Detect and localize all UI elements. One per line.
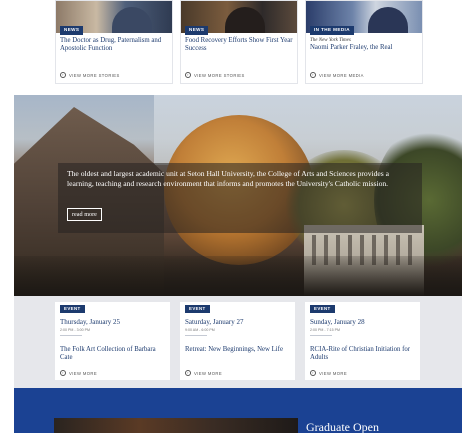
- view-more-media-link[interactable]: › VIEW MORE MEDIA: [310, 72, 364, 78]
- news-card[interactable]: NEWS Food Recovery Efforts Show First Ye…: [180, 0, 298, 84]
- view-more-label: VIEW MORE: [194, 370, 223, 376]
- person-photo: [368, 7, 408, 33]
- divider: [185, 335, 207, 336]
- media-card[interactable]: IN THE MEDIA The New York Times Naomi Pa…: [305, 0, 423, 84]
- arrow-circle-icon: ›: [185, 370, 191, 376]
- arrow-circle-icon: ›: [310, 370, 316, 376]
- divider: [60, 335, 82, 336]
- view-more-stories-link[interactable]: › VIEW MORE STORIES: [185, 72, 245, 78]
- event-card[interactable]: EVENT Saturday, January 27 9:00 AM - 6:0…: [180, 302, 295, 380]
- hero-ground: [14, 256, 462, 296]
- event-tag: EVENT: [60, 305, 85, 314]
- view-more-link[interactable]: › VIEW MORE: [60, 370, 97, 376]
- event-time: 2:00 PM - 3:00 PM: [60, 328, 90, 332]
- view-more-label: VIEW MORE STORIES: [69, 72, 120, 78]
- media-title[interactable]: Naomi Parker Fraley, the Real: [310, 44, 418, 52]
- news-section: NEWS The Doctor as Drug, Paternalism and…: [0, 0, 462, 95]
- events-section: EVENT Thursday, January 25 2:00 PM - 3:0…: [14, 296, 462, 388]
- divider: [310, 335, 332, 336]
- view-more-label: VIEW MORE: [69, 370, 98, 376]
- news-title[interactable]: Food Recovery Efforts Show First Year Su…: [185, 37, 293, 54]
- event-card[interactable]: EVENT Thursday, January 25 2:00 PM - 3:0…: [55, 302, 170, 380]
- event-date: Sunday, January 28: [310, 318, 365, 326]
- event-card[interactable]: EVENT Sunday, January 28 2:00 PM - 7:15 …: [305, 302, 420, 380]
- event-tag: EVENT: [185, 305, 210, 314]
- view-more-label: VIEW MORE: [319, 370, 348, 376]
- event-title[interactable]: Retreat: New Beginnings, New Life: [185, 346, 291, 354]
- event-tag: EVENT: [310, 305, 335, 314]
- read-more-button[interactable]: read more: [67, 208, 102, 221]
- arrow-circle-icon: ›: [185, 72, 191, 78]
- view-more-stories-link[interactable]: › VIEW MORE STORIES: [60, 72, 120, 78]
- event-date: Saturday, January 27: [185, 318, 244, 326]
- person-photo: [225, 7, 265, 33]
- event-title[interactable]: The Folk Art Collection of Barbara Cate: [60, 346, 166, 363]
- arrow-circle-icon: ›: [310, 72, 316, 78]
- hero-intro-text: The oldest and largest academic unit at …: [67, 169, 390, 188]
- arrow-circle-icon: ›: [60, 370, 66, 376]
- graduate-open-title[interactable]: Graduate Open: [306, 420, 379, 433]
- media-source: The New York Times: [310, 38, 351, 43]
- news-card[interactable]: NEWS The Doctor as Drug, Paternalism and…: [55, 0, 173, 84]
- media-tag: IN THE MEDIA: [310, 26, 354, 35]
- event-time: 2:00 PM - 7:15 PM: [310, 328, 340, 332]
- graduate-photo: [54, 418, 298, 433]
- person-photo: [112, 7, 152, 33]
- hero-banner: The oldest and largest academic unit at …: [14, 95, 462, 296]
- arrow-circle-icon: ›: [60, 72, 66, 78]
- view-more-link[interactable]: › VIEW MORE: [310, 370, 347, 376]
- event-time: 9:00 AM - 6:00 PM: [185, 328, 215, 332]
- event-date: Thursday, January 25: [60, 318, 121, 326]
- view-more-label: VIEW MORE STORIES: [194, 72, 245, 78]
- news-title[interactable]: The Doctor as Drug, Paternalism and Apos…: [60, 37, 168, 54]
- graduate-open-house-banner: Graduate Open: [14, 388, 462, 433]
- news-tag: NEWS: [185, 26, 209, 35]
- event-title[interactable]: RCIA-Rite of Christian Initiation for Ad…: [310, 346, 416, 363]
- view-more-link[interactable]: › VIEW MORE: [185, 370, 222, 376]
- news-tag: NEWS: [60, 26, 84, 35]
- view-more-label: VIEW MORE MEDIA: [319, 72, 364, 78]
